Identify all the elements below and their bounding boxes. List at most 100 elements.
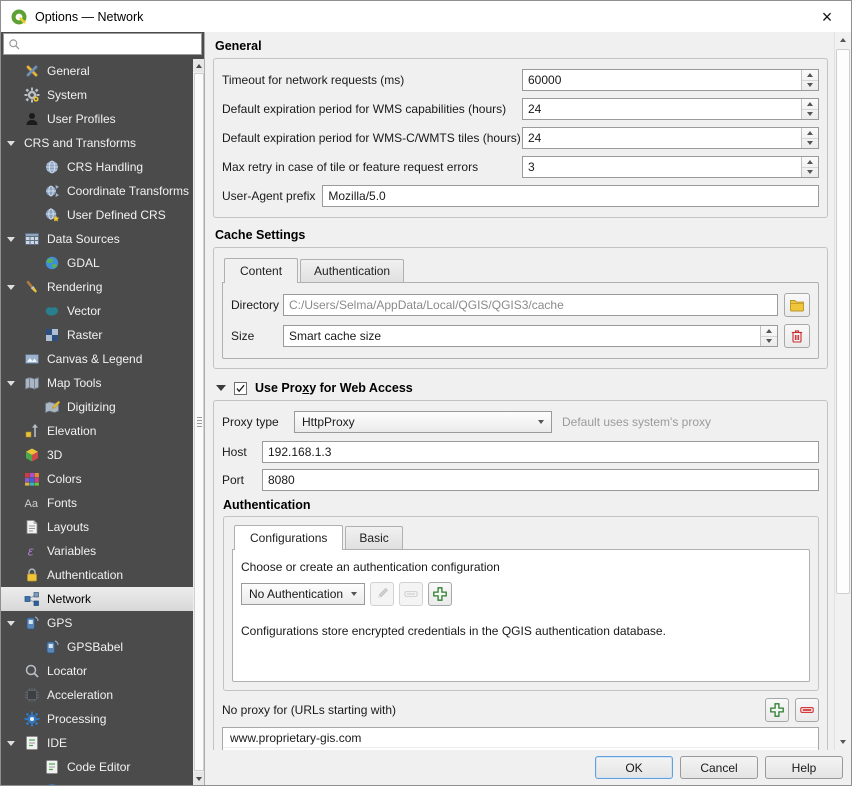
sidebar: General System User Profiles CRS and Tra… bbox=[1, 32, 204, 785]
expand-arrow-icon bbox=[7, 237, 24, 242]
sidebar-scroll-handle[interactable] bbox=[194, 73, 204, 771]
maptools-icon bbox=[24, 375, 40, 391]
sidebar-scrollbar[interactable] bbox=[193, 59, 204, 785]
clear-cache-button[interactable] bbox=[784, 324, 810, 348]
spin-down-button[interactable] bbox=[802, 81, 818, 91]
scroll-down-icon[interactable] bbox=[835, 734, 851, 750]
spin-down-button[interactable] bbox=[802, 139, 818, 149]
sidebar-item[interactable]: IDE bbox=[1, 731, 193, 755]
sidebar-item[interactable]: User Defined CRS bbox=[1, 203, 193, 227]
no-proxy-url-list[interactable]: www.proprietary-gis.com bbox=[222, 727, 819, 750]
sidebar-item[interactable]: GDAL bbox=[1, 251, 193, 275]
sidebar-item[interactable]: Digitizing bbox=[1, 395, 193, 419]
content-scrollbar[interactable] bbox=[834, 32, 851, 750]
spin-up-button[interactable] bbox=[802, 99, 818, 110]
ok-button[interactable]: OK bbox=[595, 756, 673, 779]
sidebar-item[interactable]: Coordinate Transforms bbox=[1, 179, 193, 203]
sidebar-item[interactable]: Authentication bbox=[1, 563, 193, 587]
sidebar-item[interactable]: Network bbox=[1, 587, 193, 611]
sidebar-item[interactable]: Raster bbox=[1, 323, 193, 347]
sidebar-item[interactable] bbox=[1, 779, 193, 785]
sidebar-item[interactable]: Locator bbox=[1, 659, 193, 683]
sidebar-scroll-down-icon[interactable] bbox=[193, 772, 204, 785]
spin-down-button[interactable] bbox=[761, 337, 777, 347]
chip-icon bbox=[24, 687, 40, 703]
collapse-arrow-icon[interactable] bbox=[216, 385, 226, 391]
network-icon bbox=[24, 591, 40, 607]
add-config-button[interactable] bbox=[428, 582, 452, 606]
sidebar-item[interactable]: General bbox=[1, 59, 193, 83]
spin-down-button[interactable] bbox=[802, 110, 818, 120]
number-spinbox[interactable]: 60000 bbox=[522, 69, 819, 91]
lock-icon bbox=[24, 567, 40, 583]
variables-icon: ε bbox=[24, 543, 40, 559]
proxy-groupbox: Proxy type HttpProxy Default uses system… bbox=[213, 400, 828, 750]
spin-up-button[interactable] bbox=[802, 157, 818, 168]
sidebar-item[interactable]: GPSBabel bbox=[1, 635, 193, 659]
sidebar-item[interactable]: Acceleration bbox=[1, 683, 193, 707]
cancel-button[interactable]: Cancel bbox=[680, 756, 758, 779]
sidebar-item[interactable]: CRS Handling bbox=[1, 155, 193, 179]
sidebar-item[interactable]: Rendering bbox=[1, 275, 193, 299]
sidebar-item[interactable]: Processing bbox=[1, 707, 193, 731]
number-spinbox[interactable]: 24 bbox=[522, 127, 819, 149]
remove-url-button[interactable] bbox=[795, 698, 819, 722]
raster-icon bbox=[44, 327, 60, 343]
spin-up-button[interactable] bbox=[802, 128, 818, 139]
cache-size-spinbox[interactable]: Smart cache size bbox=[283, 325, 778, 347]
sidebar-search[interactable] bbox=[3, 33, 202, 55]
proxy-type-combo[interactable]: HttpProxy bbox=[294, 411, 552, 433]
sidebar-item[interactable]: Vector bbox=[1, 299, 193, 323]
auth-config-combo[interactable]: No Authentication bbox=[241, 583, 365, 605]
sidebar-item[interactable]: Code Editor bbox=[1, 755, 193, 779]
sidebar-item[interactable]: System bbox=[1, 83, 193, 107]
auth-tab-pane: Choose or create an authentication confi… bbox=[232, 549, 810, 682]
sidebar-item[interactable]: Layouts bbox=[1, 515, 193, 539]
proxy-port-input[interactable]: 8080 bbox=[262, 469, 819, 491]
sidebar-item[interactable]: Data Sources bbox=[1, 227, 193, 251]
sidebar-item[interactable]: CRS and Transforms bbox=[1, 131, 193, 155]
authentication-groupbox: ConfigurationsBasic Choose or create an … bbox=[223, 516, 819, 691]
spin-down-button[interactable] bbox=[802, 168, 818, 178]
tab[interactable]: Basic bbox=[345, 526, 402, 549]
tab[interactable]: Configurations bbox=[234, 525, 343, 550]
no-proxy-toolbar: No proxy for (URLs starting with) bbox=[222, 698, 819, 722]
user-agent-input[interactable]: Mozilla/5.0 bbox=[322, 185, 819, 207]
browse-folder-button[interactable] bbox=[784, 293, 810, 317]
sidebar-item[interactable]: ε Variables bbox=[1, 539, 193, 563]
remove-config-button[interactable] bbox=[399, 582, 423, 606]
sidebar-item[interactable]: 3D bbox=[1, 443, 193, 467]
use-proxy-title: Use Proxy for Web Access bbox=[255, 381, 413, 395]
sidebar-item[interactable]: Map Tools bbox=[1, 371, 193, 395]
no-proxy-url-item[interactable]: www.proprietary-gis.com bbox=[223, 728, 818, 748]
sidebar-item[interactable]: Elevation bbox=[1, 419, 193, 443]
sidebar-item[interactable]: Aa Fonts bbox=[1, 491, 193, 515]
sidebar-item[interactable]: Colors bbox=[1, 467, 193, 491]
sidebar-scroll-up-icon[interactable] bbox=[193, 59, 204, 72]
number-spinbox[interactable]: 24 bbox=[522, 98, 819, 120]
field-label: Max retry in case of tile or feature req… bbox=[222, 160, 522, 174]
no-proxy-label: No proxy for (URLs starting with) bbox=[222, 703, 396, 717]
expand-arrow-icon bbox=[7, 285, 24, 290]
tab[interactable]: Content bbox=[224, 258, 298, 283]
help-button[interactable]: Help bbox=[765, 756, 843, 779]
proxy-host-input[interactable]: 192.168.1.3 bbox=[262, 441, 819, 463]
proxy-default-hint: Default uses system's proxy bbox=[562, 415, 711, 429]
chevron-down-icon bbox=[538, 420, 544, 424]
spin-up-button[interactable] bbox=[802, 70, 818, 81]
close-button[interactable]: × bbox=[812, 3, 842, 31]
add-url-button[interactable] bbox=[765, 698, 789, 722]
use-proxy-checkbox[interactable] bbox=[234, 382, 247, 395]
tools-icon bbox=[24, 63, 40, 79]
search-input[interactable] bbox=[25, 37, 197, 51]
cache-directory-input[interactable]: C:/Users/Selma/AppData/Local/QGIS/QGIS3/… bbox=[283, 294, 778, 316]
sidebar-item[interactable]: User Profiles bbox=[1, 107, 193, 131]
edit-config-button[interactable] bbox=[370, 582, 394, 606]
sidebar-item[interactable]: Canvas & Legend bbox=[1, 347, 193, 371]
spin-up-button[interactable] bbox=[761, 326, 777, 337]
number-spinbox[interactable]: 3 bbox=[522, 156, 819, 178]
tab[interactable]: Authentication bbox=[300, 259, 404, 282]
content-scroll-handle[interactable] bbox=[836, 49, 850, 594]
scroll-up-icon[interactable] bbox=[835, 32, 851, 48]
sidebar-item[interactable]: GPS bbox=[1, 611, 193, 635]
